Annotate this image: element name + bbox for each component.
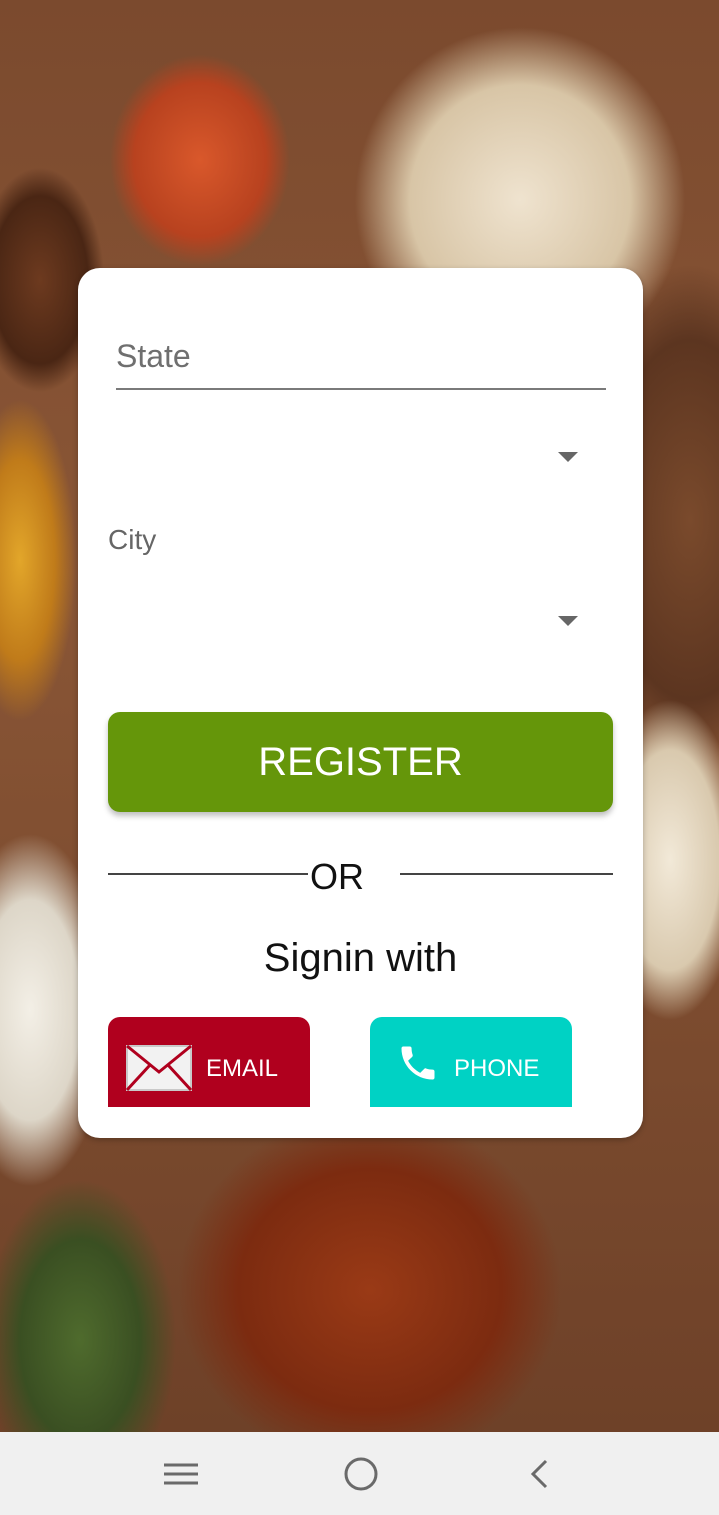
city-dropdown[interactable]: [108, 582, 578, 662]
divider-left: [108, 873, 308, 875]
city-label: City: [108, 524, 157, 555]
home-circle-icon[interactable]: [336, 1450, 386, 1500]
email-signin-button[interactable]: EMAIL: [108, 1017, 310, 1107]
divider-right: [400, 873, 613, 875]
state-dropdown[interactable]: [108, 418, 578, 498]
dropdown-caret-icon[interactable]: [558, 616, 578, 626]
app-screen: City REGISTER OR Signin with EMAIL: [0, 0, 719, 1515]
signin-with-label: Signin with: [263, 936, 458, 980]
state-field[interactable]: [116, 328, 606, 390]
phone-signin-button[interactable]: PHONE: [370, 1017, 572, 1107]
menu-icon[interactable]: [156, 1450, 206, 1500]
or-label: OR: [310, 856, 364, 897]
state-input[interactable]: [116, 328, 606, 384]
back-chevron-icon[interactable]: [515, 1450, 565, 1500]
email-label: EMAIL: [206, 1055, 279, 1082]
system-navigation-bar: [0, 1432, 719, 1515]
register-card: City REGISTER OR Signin with EMAIL: [78, 268, 643, 1138]
register-button[interactable]: REGISTER: [108, 712, 613, 812]
phone-label: PHONE: [454, 1055, 540, 1082]
dropdown-caret-icon[interactable]: [558, 452, 578, 462]
envelope-icon: [125, 1044, 193, 1098]
phone-icon: [396, 1041, 440, 1092]
